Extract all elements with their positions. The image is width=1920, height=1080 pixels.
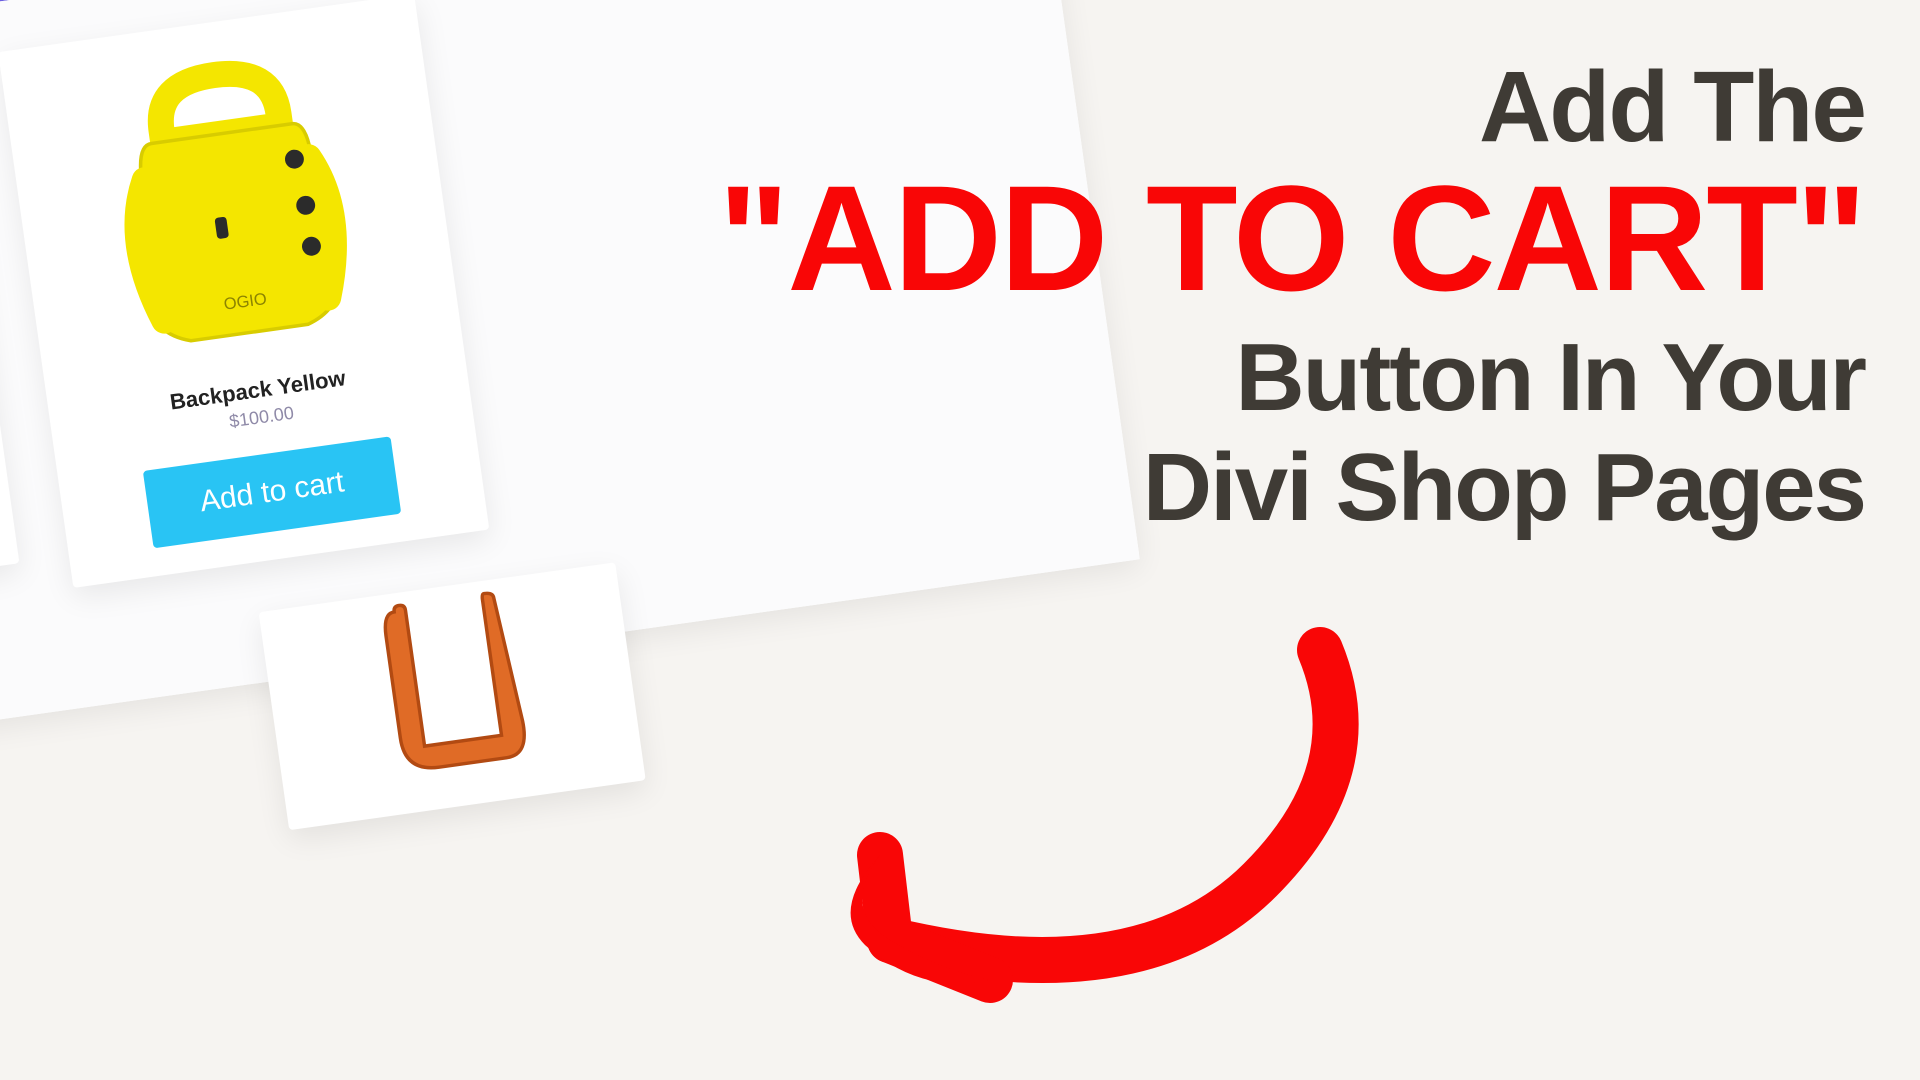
headline-line-4: Divi Shop Pages (718, 438, 1865, 539)
product-image: OGIO (30, 25, 434, 383)
headline-line-2: "ADD TO CART" (718, 160, 1865, 318)
backpack-icon: OGIO (81, 34, 381, 374)
pointer-arrow-icon (760, 610, 1400, 1035)
headline-line-3: Button In Your (718, 328, 1865, 429)
chair-icon (359, 583, 546, 809)
add-to-cart-button[interactable]: Add to cart (143, 436, 401, 548)
product-card-backpack[interactable]: OGIO Backpack Yellow $100.00 Add to cart (0, 0, 489, 588)
headline-line-1: Add The (718, 55, 1865, 160)
headline: Add The "ADD TO CART" Button In Your Div… (718, 55, 1865, 539)
